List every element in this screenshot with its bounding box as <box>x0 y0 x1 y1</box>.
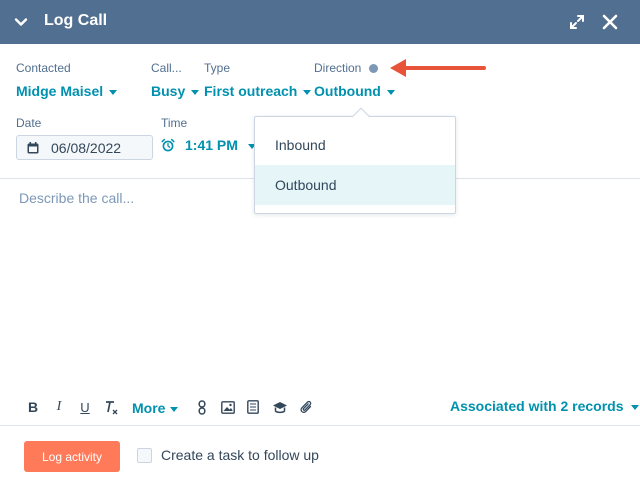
follow-up-checkbox[interactable] <box>137 448 152 463</box>
direction-label: Direction <box>314 61 362 75</box>
info-icon[interactable] <box>369 64 378 73</box>
attachment-icon[interactable] <box>299 398 313 416</box>
dialog-footer: Log activity Create a task to follow up <box>0 425 640 480</box>
template-icon[interactable] <box>272 398 288 416</box>
document-icon[interactable] <box>246 398 260 416</box>
dropdown-notch <box>352 107 370 125</box>
direction-value: Outbound <box>314 83 381 99</box>
call-outcome-label: Call... <box>151 61 182 75</box>
associated-records-label: Associated with 2 records <box>450 398 624 414</box>
clear-format-icon[interactable] <box>103 398 119 416</box>
alarm-clock-icon <box>161 138 175 152</box>
time-value: 1:41 PM <box>185 137 238 153</box>
dialog-header: Log Call <box>0 0 640 44</box>
calendar-icon <box>27 141 39 153</box>
date-input[interactable]: 06/08/2022 <box>16 135 153 160</box>
collapse-chevron-icon[interactable] <box>12 13 30 31</box>
link-icon[interactable] <box>196 398 208 416</box>
close-icon[interactable] <box>599 11 621 33</box>
type-select[interactable]: First outreach <box>204 83 312 99</box>
caret-down-icon <box>630 404 639 410</box>
caret-down-icon <box>303 89 312 95</box>
direction-dropdown-menu: Inbound Outbound <box>254 107 456 214</box>
more-label: More <box>132 400 166 416</box>
type-label: Type <box>204 61 231 75</box>
dialog-title: Log Call <box>44 12 108 29</box>
call-outcome-value: Busy <box>151 83 186 99</box>
date-value: 06/08/2022 <box>51 139 122 156</box>
time-label: Time <box>161 116 188 130</box>
contacted-value: Midge Maisel <box>16 83 104 99</box>
bold-icon[interactable]: B <box>26 398 40 416</box>
contacted-label: Contacted <box>16 61 71 75</box>
editor-toolbar: B I U More Associated with 2 records <box>0 392 640 422</box>
direction-option-outbound[interactable]: Outbound <box>255 165 455 205</box>
follow-up-label[interactable]: Create a task to follow up <box>161 447 319 463</box>
image-icon[interactable] <box>220 398 235 416</box>
underline-icon[interactable]: U <box>78 398 92 416</box>
contacted-select[interactable]: Midge Maisel <box>16 83 118 99</box>
call-outcome-select[interactable]: Busy <box>151 83 200 99</box>
direction-option-inbound[interactable]: Inbound <box>255 125 455 165</box>
caret-down-icon <box>170 406 179 412</box>
time-select[interactable]: 1:41 PM <box>161 137 256 153</box>
caret-down-icon <box>109 89 118 95</box>
call-description-editor[interactable]: Describe the call... <box>19 190 134 206</box>
caret-down-icon <box>191 89 200 95</box>
caret-down-icon <box>386 89 395 95</box>
italic-icon[interactable]: I <box>53 398 65 416</box>
expand-icon[interactable] <box>567 12 587 32</box>
direction-select[interactable]: Outbound <box>314 83 395 99</box>
date-label: Date <box>16 116 42 130</box>
more-formatting-menu[interactable]: More <box>132 400 179 416</box>
annotation-arrow-icon <box>390 59 486 77</box>
associated-records-menu[interactable]: Associated with 2 records <box>450 398 639 414</box>
type-value: First outreach <box>204 83 298 99</box>
log-activity-button[interactable]: Log activity <box>24 441 120 472</box>
